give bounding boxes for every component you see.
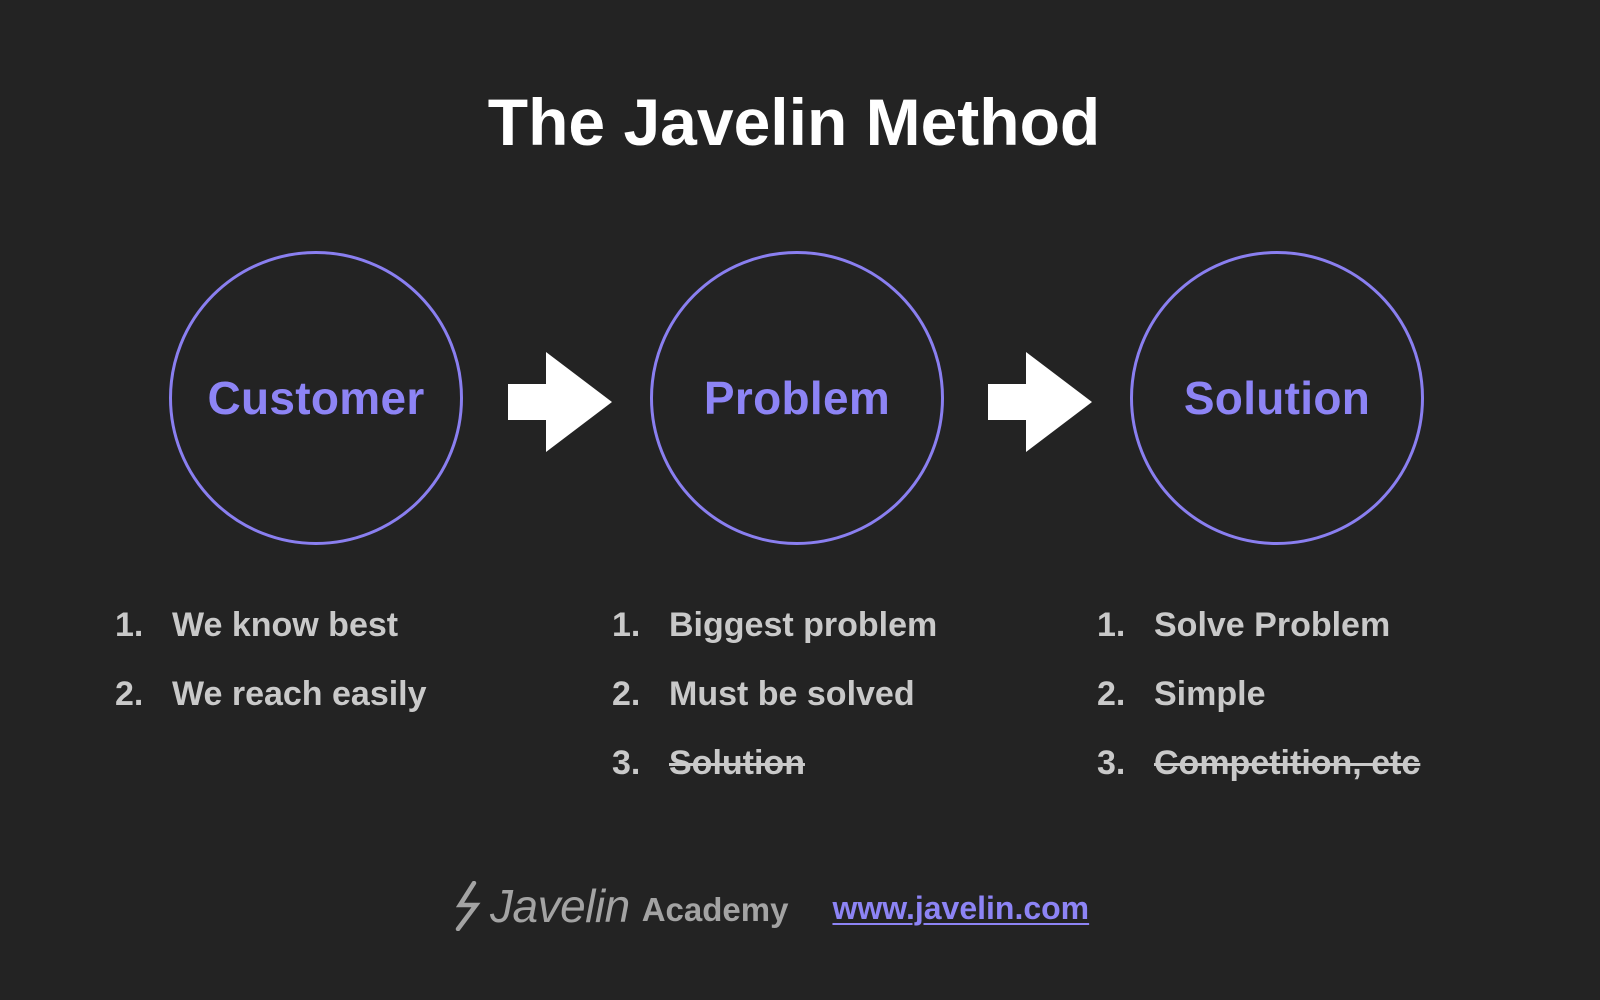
right-arrow-icon [508, 352, 612, 452]
footer: Javelin Academy www.javelin.com [452, 876, 1089, 936]
stage-label-customer: Customer [207, 372, 425, 424]
brand-name: Javelin [490, 880, 630, 932]
step-text: Biggest problem [669, 606, 938, 644]
lightning-bolt-icon [455, 881, 481, 931]
stage-label-solution: Solution [1183, 372, 1371, 424]
step-text-struck: Competition, etc [1154, 744, 1421, 782]
stage-circle-problem: Problem [650, 251, 944, 545]
website-link[interactable]: www.javelin.com [832, 890, 1089, 927]
step-number: 1. [1097, 606, 1126, 644]
page-title: The Javelin Method [487, 85, 1101, 159]
step-number: 1. [115, 606, 144, 644]
step-text: Solve Problem [1154, 606, 1391, 644]
step-number: 3. [1097, 744, 1126, 782]
brand-subtitle: Academy [641, 891, 789, 928]
step-text: Must be solved [669, 675, 915, 713]
step-number: 2. [612, 675, 641, 713]
step-text-struck: Solution [669, 744, 805, 782]
step-text: We reach easily [172, 675, 427, 713]
stage-circle-customer: Customer [169, 251, 463, 545]
step-number: 1. [612, 606, 641, 644]
brand-logo: Javelin Academy [452, 879, 788, 933]
stage-label-problem: Problem [703, 372, 891, 424]
right-arrow-icon [988, 352, 1092, 452]
step-number: 3. [612, 744, 641, 782]
step-text: Simple [1154, 675, 1266, 713]
step-text: We know best [172, 606, 399, 644]
stage-circle-solution: Solution [1130, 251, 1424, 545]
step-number: 2. [1097, 675, 1126, 713]
step-number: 2. [115, 675, 144, 713]
